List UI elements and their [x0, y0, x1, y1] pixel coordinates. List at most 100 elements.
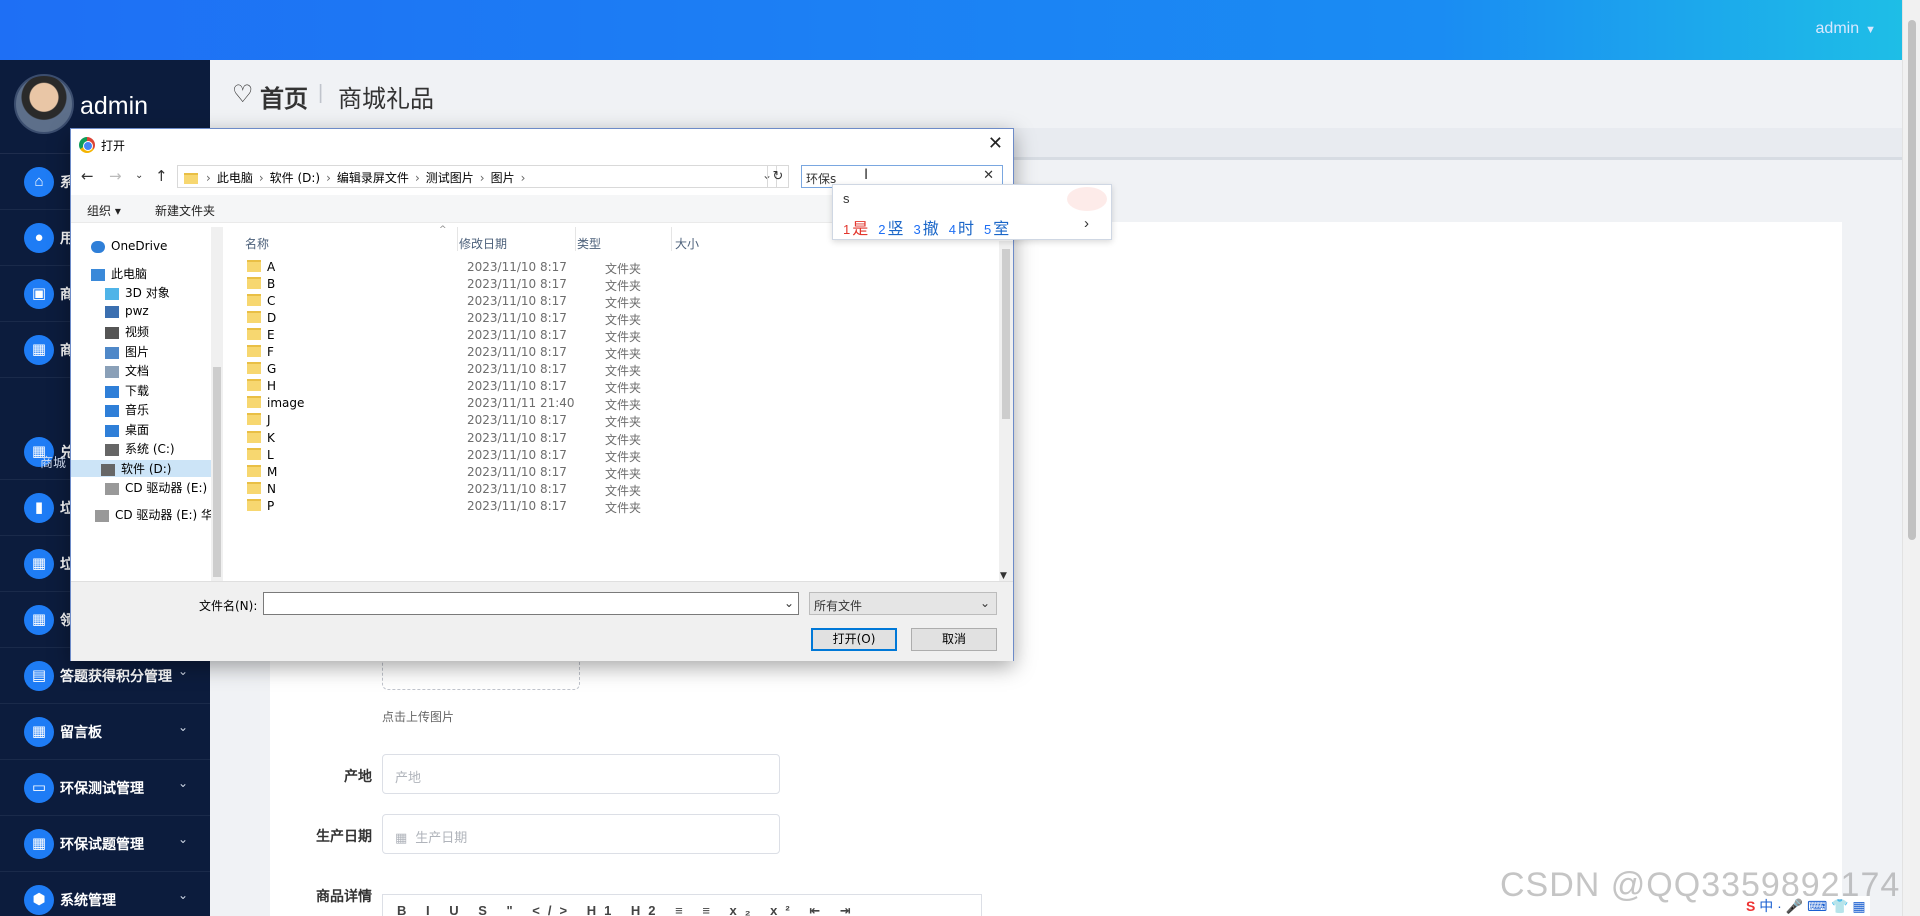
column-divider[interactable]: [575, 227, 576, 251]
ime-candidate[interactable]: 4时: [949, 221, 984, 238]
sidebar-item-label: 答题获得积分管理: [60, 668, 172, 684]
navigation-scrollbar[interactable]: [211, 227, 223, 581]
sidebar-item[interactable]: ▭ 环保测试管理 ⌄: [0, 760, 210, 816]
file-name: L: [267, 447, 274, 462]
file-name: M: [267, 464, 278, 479]
grid-icon: ▦: [24, 717, 54, 747]
ime-candidate[interactable]: 5室: [984, 221, 1019, 238]
address-bar[interactable]: › 此电脑 › 软件 (D:) › 编辑录屏文件 › 测试图片 › 图片 › ⌄: [177, 165, 777, 188]
origin-input[interactable]: 产地: [382, 754, 780, 794]
drive-icon: [101, 463, 115, 476]
chevron-down-icon: ⌄: [979, 596, 990, 610]
new-folder-button[interactable]: 新建文件夹: [155, 202, 215, 219]
nav-item[interactable]: 下载: [105, 382, 149, 399]
ime-candidate[interactable]: 2竖: [878, 221, 913, 238]
recent-dropdown-icon[interactable]: ⌄: [135, 170, 143, 181]
nav-item-label: 文档: [125, 364, 150, 378]
chevron-down-icon[interactable]: ⌄: [784, 596, 794, 610]
ime-candidate-text: 是: [852, 221, 869, 238]
nav-item[interactable]: CD 驱动器 (E:) 华: [95, 506, 213, 523]
nav-item[interactable]: pwz: [105, 304, 149, 318]
open-button[interactable]: 打开(O): [811, 628, 897, 651]
breadcrumb-home[interactable]: 首页: [260, 79, 308, 114]
close-icon[interactable]: ✕: [988, 133, 1003, 154]
file-name: E: [267, 328, 275, 343]
nav-item[interactable]: 系统 (C:): [105, 440, 175, 457]
chevron-down-icon: ⌄: [177, 832, 188, 846]
column-divider[interactable]: [671, 227, 672, 251]
address-crumb[interactable]: 此电脑: [217, 171, 253, 185]
column-divider[interactable]: [457, 227, 458, 251]
sidebar-item-label: 环保测试管理: [60, 780, 144, 796]
up-icon[interactable]: ↑: [155, 167, 168, 185]
briefcase-icon: ▣: [24, 279, 54, 309]
chevron-down-icon: ⌄: [177, 888, 188, 902]
column-type[interactable]: 类型: [577, 235, 601, 252]
folder-icon: [247, 260, 261, 272]
forward-icon[interactable]: →: [109, 167, 122, 185]
address-crumb[interactable]: 软件 (D:): [270, 171, 320, 185]
sidebar-item[interactable]: ▦ 留言板 ⌄: [0, 704, 210, 760]
organize-button[interactable]: 组织 ▾: [87, 202, 121, 219]
nav-item-label: 下载: [125, 384, 150, 398]
folder-icon: [247, 345, 261, 358]
nav-item[interactable]: CD 驱动器 (E:) 4: [105, 479, 219, 496]
cancel-button[interactable]: 取消: [911, 628, 997, 651]
nav-item[interactable]: 图片: [105, 343, 149, 360]
ime-candidate-text: 撤: [922, 221, 939, 238]
nav-item[interactable]: 软件 (D:): [71, 460, 211, 477]
ime-composition: s: [843, 191, 850, 206]
nav-item-label: 3D 对象: [125, 286, 170, 300]
column-modified[interactable]: 修改日期: [459, 235, 507, 252]
filename-label: 文件名(N):: [199, 599, 258, 613]
monitor-icon: ▭: [24, 773, 54, 803]
back-icon[interactable]: ←: [81, 167, 94, 185]
computer-icon: [91, 268, 105, 281]
ime-candidate[interactable]: 1是: [843, 221, 878, 238]
nav-item-label: 图片: [125, 345, 150, 359]
ime-candidates: 1是2竖3撤4时5室: [843, 215, 1019, 239]
ime-tray-icons: 中 · 🎤 ⌨ 👕 ▦: [1759, 898, 1866, 914]
ime-candidate[interactable]: 3撤: [914, 221, 949, 238]
address-crumb[interactable]: 编辑录屏文件: [337, 171, 409, 185]
nav-item-label: 系统 (C:): [125, 442, 175, 456]
file-list-scrollbar-thumb[interactable]: [1002, 249, 1010, 419]
sidebar-item[interactable]: ⬢ 系统管理 ⌄: [0, 872, 210, 916]
page-scrollbar[interactable]: [1902, 0, 1920, 916]
sidebar-item[interactable]: ▦ 环保试题管理 ⌄: [0, 816, 210, 872]
user-menu[interactable]: admin ▼: [1816, 20, 1876, 38]
file-list-scrollbar[interactable]: ▼: [999, 241, 1013, 581]
dialog-titlebar[interactable]: 打开 ✕: [71, 129, 1013, 159]
ime-candidate-number: 2: [878, 222, 886, 237]
nav-item[interactable]: OneDrive: [91, 239, 167, 253]
avatar: [14, 74, 74, 134]
clear-icon[interactable]: ✕: [983, 168, 994, 183]
nav-item[interactable]: 桌面: [105, 421, 149, 438]
nav-item[interactable]: 视频: [105, 323, 149, 340]
address-crumb[interactable]: 测试图片: [426, 171, 474, 185]
table-row[interactable]: P 2023/11/10 8:17 文件夹: [227, 496, 987, 516]
nav-item[interactable]: 音乐: [105, 401, 149, 418]
filetype-select[interactable]: 所有文件 ⌄: [809, 592, 997, 615]
column-name[interactable]: 名称: [245, 235, 269, 252]
submenu-item[interactable]: 商城: [40, 452, 66, 471]
file-modified: 2023/11/10 8:17: [467, 260, 567, 274]
navigation-scrollbar-thumb[interactable]: [213, 367, 221, 577]
address-crumb[interactable]: 图片: [491, 171, 515, 185]
nav-item[interactable]: 3D 对象: [105, 284, 170, 301]
next-page-icon[interactable]: ›: [1084, 215, 1089, 232]
date-input[interactable]: ▦ 生产日期: [382, 814, 780, 854]
folder-icon: [247, 396, 261, 409]
refresh-icon[interactable]: ↻: [767, 165, 789, 188]
ime-tray[interactable]: S 中 · 🎤 ⌨ 👕 ▦: [1742, 896, 1870, 916]
rich-text-toolbar[interactable]: B I U S " </> H1 H2 ≡ ≡ x₂ x² ⇤ ⇥: [382, 894, 982, 916]
scroll-down-icon[interactable]: ▼: [1000, 571, 1007, 581]
page-scrollbar-thumb[interactable]: [1908, 20, 1916, 540]
origin-label: 产地: [344, 768, 372, 784]
nav-item[interactable]: 文档: [105, 362, 149, 379]
file-name: J: [267, 413, 271, 428]
column-size[interactable]: 大小: [675, 235, 699, 252]
nav-item[interactable]: 此电脑: [91, 265, 147, 282]
filename-input[interactable]: ⌄: [263, 592, 799, 615]
cloud-icon: [91, 240, 105, 253]
